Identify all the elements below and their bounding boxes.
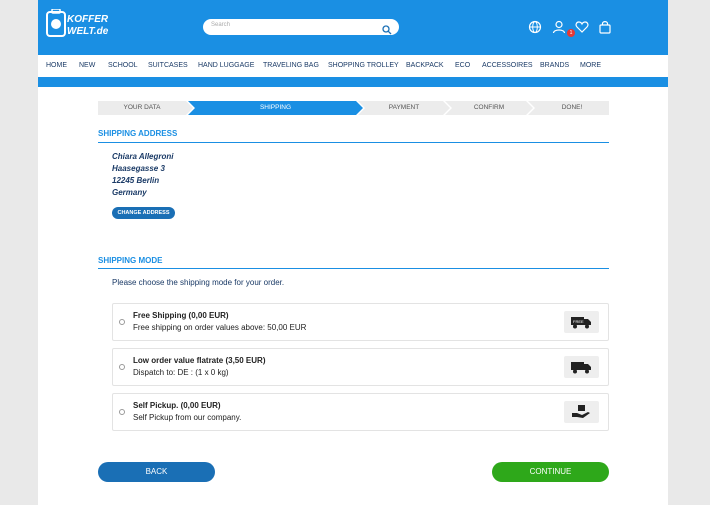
nav-item-brands[interactable]: BRANDS [540, 62, 569, 69]
option-description: Dispatch to: DE : (1 x 0 kg) [133, 368, 229, 377]
divider [98, 268, 609, 269]
hand-box-icon [564, 401, 599, 423]
site-header: KOFFER WELT.de Search 1 [38, 0, 668, 55]
step-payment: PAYMENT [388, 104, 420, 111]
nav-item-new[interactable]: NEW [79, 62, 95, 69]
address-city: 12245 Berlin [112, 176, 160, 185]
shipping-option-flatrate[interactable]: Low order value flatrate (3,50 EUR) Disp… [112, 348, 609, 386]
option-title: Self Pickup. (0,00 EUR) [133, 401, 221, 410]
address-name: Chiara Allegroni [112, 152, 174, 161]
step-confirm: CONFIRM [473, 104, 505, 111]
nav-item-school[interactable]: SCHOOL [108, 62, 138, 69]
nav-item-accessoires[interactable]: ACCESSOIRES [482, 62, 533, 69]
shipping-address-heading: SHIPPING ADDRESS [98, 129, 178, 138]
radio-button[interactable] [119, 409, 125, 415]
address-street: Haasegasse 3 [112, 164, 165, 173]
nav-item-backpack[interactable]: BACKPACK [406, 62, 444, 69]
option-description: Self Pickup from our company. [133, 413, 242, 422]
shipping-mode-intro: Please choose the shipping mode for your… [112, 278, 285, 287]
shopping-bag-icon[interactable] [598, 20, 612, 34]
option-title: Low order value flatrate (3,50 EUR) [133, 356, 266, 365]
heart-icon[interactable] [575, 20, 589, 34]
divider [98, 142, 609, 143]
back-button[interactable]: BACK [98, 462, 215, 482]
svg-text:WELT.de: WELT.de [67, 26, 109, 37]
change-address-button[interactable]: CHANGE ADDRESS [112, 207, 175, 219]
step-shipping: SHIPPING [259, 104, 292, 111]
option-title: Free Shipping (0,00 EUR) [133, 311, 229, 320]
address-country: Germany [112, 188, 147, 197]
globe-icon[interactable] [528, 20, 542, 34]
nav-item-shopping-trolley[interactable]: SHOPPING TROLLEY [328, 62, 399, 69]
option-description: Free shipping on order values above: 50,… [133, 323, 307, 332]
nav-item-more[interactable]: MORE [580, 62, 601, 69]
shipping-option-self-pickup[interactable]: Self Pickup. (0,00 EUR) Self Pickup from… [112, 393, 609, 431]
free-truck-icon: FREE [564, 311, 599, 333]
main-navigation: HOME NEW SCHOOL SUITCASES HAND LUGGAGE T… [38, 55, 668, 77]
step-your-data: YOUR DATA [123, 104, 161, 111]
search-bar[interactable]: Search [203, 19, 399, 35]
site-logo[interactable]: KOFFER WELT.de [46, 8, 110, 39]
continue-button[interactable]: CONTINUE [492, 462, 609, 482]
svg-text:FREE: FREE [573, 319, 584, 324]
svg-text:KOFFER: KOFFER [67, 14, 109, 25]
header-accent-bar [38, 77, 668, 87]
truck-icon [564, 356, 599, 378]
shipping-option-free[interactable]: Free Shipping (0,00 EUR) Free shipping o… [112, 303, 609, 341]
nav-item-eco[interactable]: ECO [455, 62, 470, 69]
nav-item-hand-luggage[interactable]: HAND LUGGAGE [198, 62, 254, 69]
step-done: DONE! [561, 104, 583, 111]
cart-count-badge: 1 [567, 29, 575, 37]
radio-button[interactable] [119, 364, 125, 370]
search-input[interactable]: Search [211, 22, 230, 28]
nav-item-traveling-bag[interactable]: TRAVELING BAG [263, 62, 319, 69]
nav-item-home[interactable]: HOME [46, 62, 67, 69]
shipping-mode-heading: SHIPPING MODE [98, 256, 163, 265]
checkout-progress: YOUR DATA SHIPPING PAYMENT CONFIRM DONE! [98, 101, 609, 115]
user-icon[interactable] [552, 20, 566, 34]
search-icon[interactable] [382, 22, 392, 35]
nav-item-suitcases[interactable]: SUITCASES [148, 62, 188, 69]
radio-button[interactable] [119, 319, 125, 325]
